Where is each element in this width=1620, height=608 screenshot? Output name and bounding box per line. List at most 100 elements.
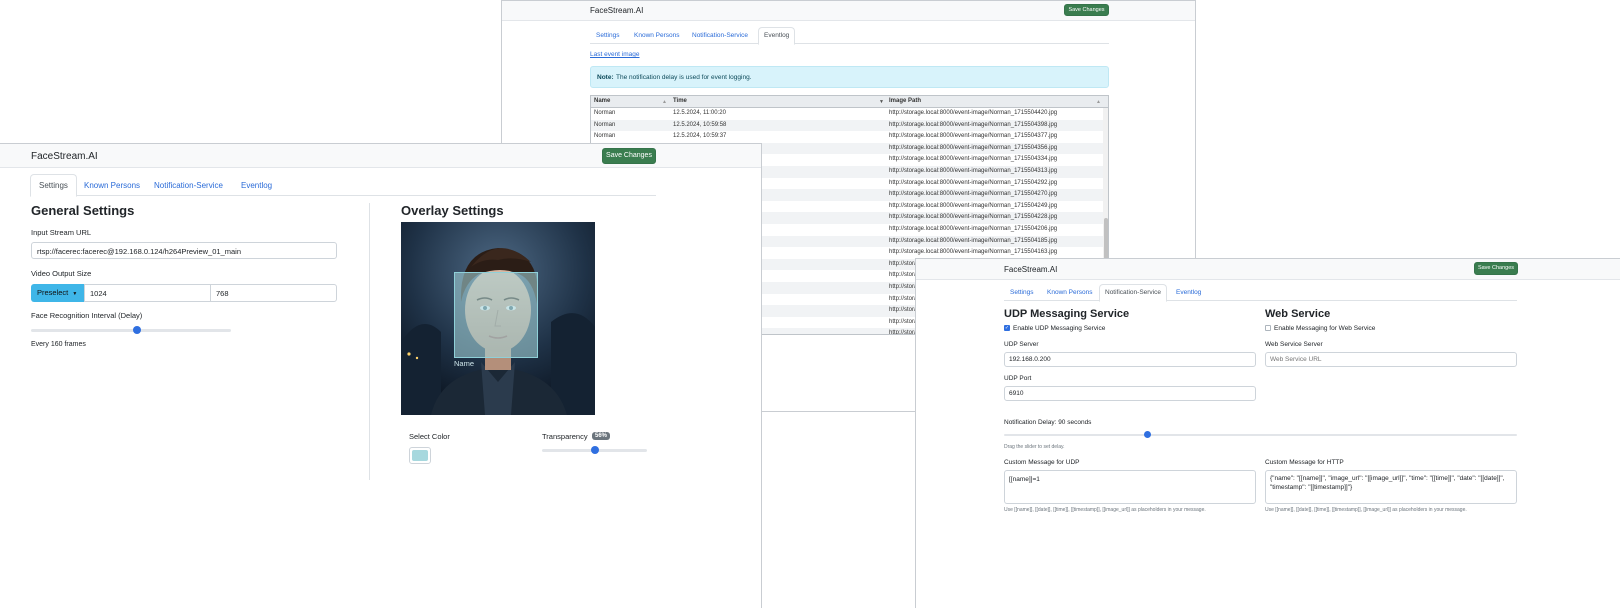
transparency-badge: 56%: [592, 432, 611, 440]
tab-known-persons[interactable]: Known Persons: [84, 181, 140, 190]
tab-bar: Settings Known Persons Notification-Serv…: [30, 174, 656, 197]
http-message-textarea[interactable]: {"name": "[[name]]", "image_url": "[[ima…: [1265, 470, 1517, 504]
sort-desc-icon[interactable]: ▼: [879, 99, 884, 105]
cell-image-path: http://storage.local:8000/event-image/No…: [889, 214, 1058, 221]
cell-image-path: http://stora: [889, 318, 918, 325]
column-header-name[interactable]: Name: [594, 98, 610, 104]
tab-known-persons[interactable]: Known Persons: [634, 32, 680, 39]
cell-image-path: http://storage.local:8000/event-image/No…: [889, 179, 1058, 186]
delay-slider-thumb[interactable]: [1144, 431, 1152, 438]
tab-notification-service[interactable]: Notification-Service: [692, 32, 748, 39]
last-event-link[interactable]: Last event image: [590, 51, 640, 58]
udp-message-textarea[interactable]: [[name]]=1: [1004, 470, 1256, 504]
web-server-label: Web Service Server: [1265, 341, 1323, 348]
interval-slider-thumb[interactable]: [133, 326, 141, 334]
tab-notification-service[interactable]: Notification-Service: [1099, 284, 1167, 302]
brand: FaceStream.AI: [31, 151, 98, 162]
notification-window: FaceStream.AI Save Changes Settings Know…: [915, 258, 1620, 608]
save-button[interactable]: Save Changes: [1064, 4, 1109, 16]
tab-eventlog[interactable]: Eventlog: [758, 27, 796, 45]
interval-label: Face Recognition Interval (Delay): [31, 311, 143, 320]
input-stream-label: Input Stream URL: [31, 228, 92, 237]
cell-image-path: http://stora: [889, 330, 918, 335]
cell-time: 12.5.2024, 11:00:20: [673, 110, 726, 116]
table-row[interactable]: Norman 12.5.2024, 10:59:58 http://storage.…: [591, 119, 1108, 132]
transparency-slider[interactable]: [542, 446, 647, 454]
udp-message-label: Custom Message for UDP: [1004, 459, 1080, 466]
column-divider: [369, 203, 370, 480]
web-enable-label: Enable Messaging for Web Service: [1274, 325, 1376, 332]
column-header-time[interactable]: Time: [673, 98, 687, 104]
udp-server-input[interactable]: 192.168.0.200: [1004, 352, 1256, 367]
save-button[interactable]: Save Changes: [1474, 262, 1518, 275]
udp-port-label: UDP Port: [1004, 375, 1032, 382]
udp-enable-label: Enable UDP Messaging Service: [1013, 325, 1106, 332]
select-color-label: Select Color: [409, 432, 450, 441]
height-input[interactable]: 768: [210, 284, 337, 302]
cell-image-path: http://storage.local:8000/event-image/No…: [889, 237, 1058, 244]
video-output-label: Video Output Size: [31, 269, 92, 278]
navbar: FaceStream.AI Save Changes: [0, 144, 761, 168]
cell-image-path: http://storage.local:8000/event-image/No…: [889, 226, 1058, 232]
udp-enable-checkbox[interactable]: ✓: [1004, 325, 1010, 331]
tab-settings[interactable]: Settings: [596, 32, 620, 39]
cell-image-path: http://storage.local:8000/event-image/No…: [889, 191, 1058, 198]
transparency-slider-thumb[interactable]: [590, 446, 599, 454]
table-header: Name ▲ Time ▼ Image Path ▲: [591, 96, 1108, 108]
transparency-label: Transparency: [542, 432, 588, 441]
tab-settings[interactable]: Settings: [1010, 289, 1034, 296]
cell-name: Norman: [594, 121, 616, 128]
cell-image-path: http://storage.local:8000/event-image/No…: [889, 110, 1058, 116]
navbar: FaceStream.AI Save Changes: [502, 1, 1195, 21]
tab-settings[interactable]: Settings: [30, 174, 77, 197]
caret-down-icon: ▼: [72, 291, 78, 297]
tab-eventlog[interactable]: Eventlog: [241, 181, 272, 190]
udp-title: UDP Messaging Service: [1004, 308, 1130, 320]
udp-placeholder-help: Use [[name]], [[date]], [[time]], [[time…: [1004, 507, 1206, 513]
cell-image-path: http://storage.local:8000/event-image/No…: [889, 202, 1058, 209]
general-settings-title: General Settings: [31, 203, 135, 218]
note-text: The notification delay is used for event…: [616, 74, 752, 81]
sort-icon[interactable]: ▲: [1096, 99, 1101, 105]
note-label: Note:: [597, 74, 614, 81]
cell-image-path: http://storage.local:8000/event-image/No…: [889, 144, 1058, 151]
interval-slider[interactable]: [31, 326, 231, 334]
tab-eventlog[interactable]: Eventlog: [1176, 289, 1201, 296]
note-alert: Note: The notification delay is used for…: [590, 66, 1109, 88]
cell-image-path: http://storage.local:8000/event-image/No…: [889, 249, 1058, 256]
cell-name: Norman: [594, 133, 616, 140]
overlay-settings-title: Overlay Settings: [401, 203, 504, 218]
cell-image-path: http://stora: [889, 260, 918, 267]
delay-hint: Drag the slider to set delay.: [1004, 444, 1065, 450]
table-row[interactable]: Norman 12.5.2024, 11:00:20 http://storage.…: [591, 108, 1108, 120]
save-button[interactable]: Save Changes: [602, 148, 656, 164]
table-row[interactable]: Norman 12.5.2024, 10:59:37 http://storage.…: [591, 131, 1108, 143]
tab-notification-service[interactable]: Notification-Service: [154, 181, 223, 190]
cell-image-path: http://stora: [889, 295, 918, 302]
input-stream-field[interactable]: rtsp://facerec:facerec@192.168.0.124/h26…: [31, 242, 337, 259]
http-message-label: Custom Message for HTTP: [1265, 459, 1344, 466]
preselect-dropdown[interactable]: Preselect ▼: [31, 284, 84, 302]
column-header-image-path[interactable]: Image Path: [889, 98, 921, 104]
settings-window: FaceStream.AI Save Changes Settings Know…: [0, 143, 762, 608]
color-swatch: [412, 450, 428, 461]
overlay-preview-image: Name: [401, 222, 595, 415]
tab-bar: Settings Known Persons Notification-Serv…: [590, 27, 1109, 45]
udp-server-label: UDP Server: [1004, 341, 1039, 348]
tab-known-persons[interactable]: Known Persons: [1047, 289, 1093, 296]
face-overlay-box: [454, 272, 538, 358]
web-server-input[interactable]: [1265, 352, 1517, 367]
delay-slider[interactable]: [1004, 431, 1517, 438]
navbar: FaceStream.AI Save Changes: [916, 259, 1620, 280]
cell-name: Norman: [594, 110, 616, 116]
width-input[interactable]: 1024: [84, 284, 211, 302]
sort-icon[interactable]: ▲: [662, 99, 667, 105]
delay-label: Notification Delay: 90 seconds: [1004, 419, 1092, 426]
brand: FaceStream.AI: [1004, 265, 1058, 274]
color-picker[interactable]: [409, 447, 431, 464]
cell-image-path: http://storage.local:8000/event-image/No…: [889, 156, 1058, 163]
cell-image-path: http://stora: [889, 284, 918, 290]
web-enable-checkbox[interactable]: [1265, 325, 1271, 331]
http-placeholder-help: Use [[name]], [[date]], [[time]], [[time…: [1265, 507, 1467, 513]
udp-port-input[interactable]: 6910: [1004, 386, 1256, 401]
